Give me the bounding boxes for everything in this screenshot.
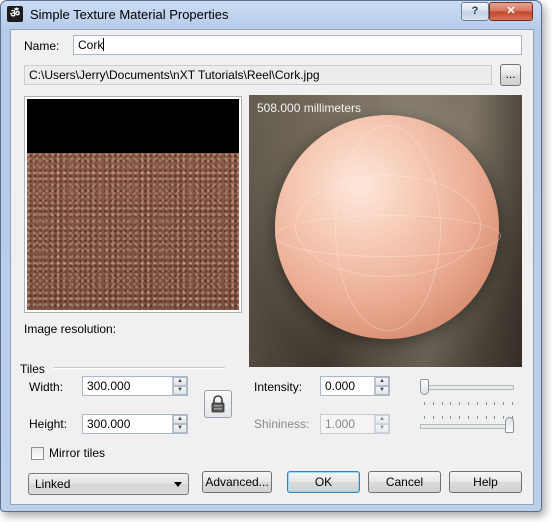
title-bar[interactable]: ॐ Simple Texture Material Properties ? ✕ — [1, 1, 541, 29]
slider-tick — [441, 402, 443, 405]
spin-up-icon: ▲ — [375, 415, 389, 424]
shininess-slider-ticks — [420, 416, 514, 419]
browse-button[interactable]: ... — [500, 64, 521, 86]
tile-width-spinner[interactable]: ▲ ▼ — [172, 377, 187, 395]
lock-icon — [211, 395, 225, 413]
intensity-slider-thumb[interactable] — [420, 379, 429, 395]
cancel-button[interactable]: Cancel — [368, 471, 441, 493]
slider-tick — [512, 402, 513, 405]
spin-up-icon[interactable]: ▲ — [173, 415, 187, 424]
image-resolution-label: Image resolution: — [24, 322, 117, 336]
slider-tick — [459, 402, 461, 405]
intensity-slider-ticks — [420, 402, 514, 405]
help-button[interactable]: Help — [449, 471, 522, 493]
intensity-spinner[interactable]: ▲ ▼ — [374, 377, 389, 395]
texture-path-field: C:\Users\Jerry\Documents\nXT Tutorials\R… — [24, 65, 492, 85]
spin-down-icon: ▼ — [375, 424, 389, 433]
lock-aspect-button[interactable] — [204, 390, 232, 418]
close-button[interactable]: ✕ — [489, 2, 533, 21]
shininess-label: Shininess: — [254, 417, 310, 431]
mirror-tiles-checkbox[interactable] — [31, 447, 44, 460]
shininess-slider-track — [420, 424, 514, 429]
shininess-input: 1.000 ▲ ▼ — [320, 414, 390, 434]
advanced-button[interactable]: Advanced... — [202, 471, 272, 493]
intensity-label: Intensity: — [254, 380, 303, 394]
slider-tick — [485, 416, 487, 419]
tile-height-value: 300.000 — [87, 417, 131, 431]
help-title-button[interactable]: ? — [461, 2, 489, 21]
name-input-value: Cork — [78, 38, 104, 52]
spin-up-icon[interactable]: ▲ — [375, 377, 389, 386]
mirror-tiles-label: Mirror tiles — [49, 446, 105, 460]
slider-tick — [503, 402, 505, 405]
link-mode-dropdown[interactable]: Linked — [28, 473, 189, 495]
shininess-slider-thumb — [505, 417, 514, 433]
slider-tick — [468, 402, 469, 405]
texture-path-value: C:\Users\Jerry\Documents\nXT Tutorials\R… — [29, 68, 320, 82]
texture-preview-empty-area — [27, 99, 239, 153]
tiles-group-divider — [53, 367, 225, 369]
ok-button[interactable]: OK — [287, 471, 360, 493]
slider-tick — [494, 416, 496, 419]
window-title: Simple Texture Material Properties — [30, 7, 229, 22]
slider-tick — [503, 416, 505, 419]
intensity-slider-track[interactable] — [420, 385, 514, 390]
spin-up-icon[interactable]: ▲ — [173, 377, 187, 386]
slider-tick — [424, 416, 425, 419]
shininess-spinner: ▲ ▼ — [374, 415, 389, 433]
name-input[interactable]: Cork — [73, 35, 522, 55]
cork-texture-image — [27, 153, 239, 310]
slider-tick — [459, 416, 461, 419]
tiles-group-label: Tiles — [20, 362, 45, 376]
name-label: Name: — [24, 39, 60, 53]
dialog-client-area: Name: Cork C:\Users\Jerry\Documents\nXT … — [10, 29, 534, 505]
intensity-input[interactable]: 0.000 ▲ ▼ — [320, 376, 390, 396]
material-sphere — [275, 115, 501, 339]
slider-tick — [450, 416, 452, 419]
slider-tick — [450, 402, 452, 405]
tile-height-spinner[interactable]: ▲ ▼ — [172, 415, 187, 433]
chevron-down-icon — [174, 482, 182, 487]
spin-down-icon[interactable]: ▼ — [173, 424, 187, 433]
app-icon: ॐ — [7, 6, 23, 22]
slider-tick — [424, 402, 425, 405]
tile-width-input[interactable]: 300.000 ▲ ▼ — [82, 376, 188, 396]
spin-down-icon[interactable]: ▼ — [173, 386, 187, 395]
link-mode-selected: Linked — [35, 477, 71, 491]
tile-height-label: Height: — [29, 417, 68, 431]
slider-tick — [441, 416, 443, 419]
dialog-window: ॐ Simple Texture Material Properties ? ✕… — [0, 0, 542, 512]
shininess-value: 1.000 — [325, 417, 356, 431]
material-render-preview[interactable]: 508.000 millimeters — [249, 95, 522, 367]
slider-tick — [468, 416, 469, 419]
sphere-tile-seam — [275, 215, 501, 257]
slider-tick — [432, 402, 434, 405]
tile-height-input[interactable]: 300.000 ▲ ▼ — [82, 414, 188, 434]
slider-tick — [476, 416, 478, 419]
intensity-value: 0.000 — [325, 379, 356, 393]
tile-width-label: Width: — [29, 380, 64, 394]
spin-down-icon[interactable]: ▼ — [375, 386, 389, 395]
slider-tick — [432, 416, 434, 419]
render-scale-label: 508.000 millimeters — [257, 101, 362, 115]
slider-tick — [494, 402, 496, 405]
texture-preview — [24, 96, 242, 313]
text-caret — [103, 38, 105, 51]
tile-width-value: 300.000 — [87, 379, 131, 393]
slider-tick — [485, 402, 487, 405]
slider-tick — [476, 402, 478, 405]
